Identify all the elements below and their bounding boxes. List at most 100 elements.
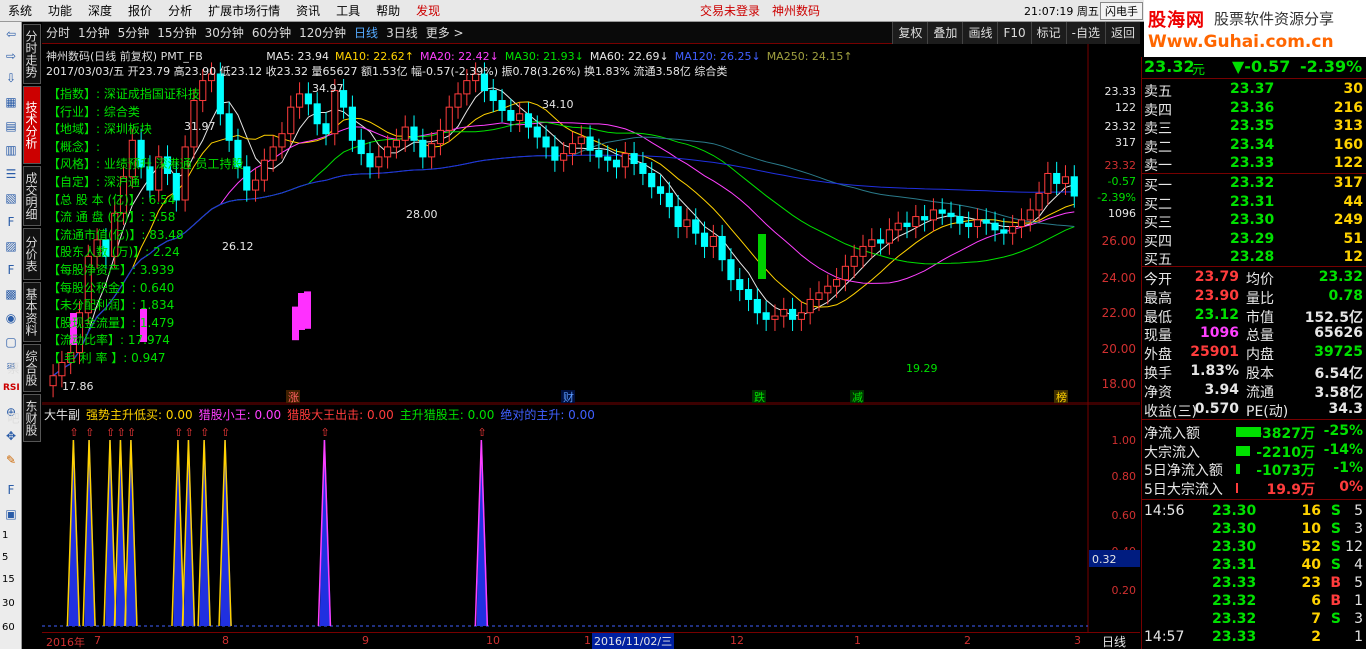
menu-discover[interactable]: 发现 — [408, 2, 448, 19]
menu-help[interactable]: 帮助 — [368, 2, 408, 19]
pencil-icon[interactable]: ✎ — [3, 452, 19, 468]
buy-signal-icon: ⇧ — [221, 426, 230, 439]
rsi-icon[interactable]: RSI — [3, 380, 20, 396]
period-5min[interactable]: 5分钟 — [114, 24, 154, 41]
period-15[interactable]: 15 — [2, 574, 15, 585]
info-line: 【行业】: 综合类 — [48, 104, 140, 119]
tick-price: 23.33 — [1212, 575, 1257, 591]
menu-analysis[interactable]: 分析 — [160, 2, 200, 19]
move-icon[interactable]: ✥ — [3, 428, 19, 444]
remove-watchlist-button[interactable]: -自选 — [1065, 22, 1105, 44]
menu-tools[interactable]: 工具 — [328, 2, 368, 19]
tab-basic-info[interactable]: 基本资料 — [23, 282, 41, 342]
period-30[interactable]: 30 — [2, 598, 15, 609]
menu-function[interactable]: 功能 — [40, 2, 80, 19]
period-120min[interactable]: 120分钟 — [295, 24, 350, 41]
tab-price-table[interactable]: 分价表 — [23, 228, 41, 280]
back-button[interactable]: 返回 — [1104, 22, 1140, 44]
period-1min[interactable]: 1分钟 — [74, 24, 114, 41]
ask-row[interactable]: 卖五 23.37 30 — [1142, 81, 1366, 100]
restore-right-button[interactable]: 复权 — [892, 22, 928, 44]
ask-row[interactable]: 卖四 23.36 216 — [1142, 100, 1366, 119]
last-price: 23.32 — [1144, 57, 1195, 76]
flash-trade-button[interactable]: 闪电手 — [1100, 2, 1143, 20]
f10-icon[interactable]: F — [3, 214, 19, 230]
price-change: ▼-0.57 — [1232, 57, 1291, 76]
tick-row: 23.30 52 S 12 — [1142, 539, 1366, 558]
chart-icon[interactable]: ▥ — [3, 142, 19, 158]
period-daily[interactable]: 日线 — [350, 24, 382, 41]
tab-trade-detail[interactable]: 成交明细 — [23, 166, 41, 226]
stat-row: 最高 23.90 量比 0.78 — [1142, 288, 1366, 307]
tick-price: 23.32 — [1212, 593, 1257, 609]
ind-tick: 0.20 — [1112, 584, 1137, 597]
menu-ext-market[interactable]: 扩展市场行情 — [200, 2, 288, 19]
window-icon[interactable]: ▣ — [3, 506, 19, 522]
candle-body — [806, 298, 814, 314]
candle-body — [885, 229, 893, 244]
fi-icon[interactable]: F — [3, 262, 19, 278]
period-intraday[interactable]: 分时 — [42, 24, 74, 41]
date-tick: 2016年 — [46, 636, 85, 649]
bid-row[interactable]: 买一 23.32 317 — [1142, 175, 1366, 194]
flow-bar — [1236, 482, 1238, 493]
list-icon[interactable]: ☰ — [3, 166, 19, 182]
overlay-button[interactable]: 叠加 — [927, 22, 963, 44]
grid-icon[interactable]: ▦ — [3, 94, 19, 110]
draw-line-button[interactable]: 画线 — [962, 22, 998, 44]
doc-icon[interactable]: ▨ — [3, 238, 19, 254]
indicator-chart[interactable]: ⇧⇧⇧⇧⇧⇧⇧⇧⇧⇧⇧ 1.00 0.80 0.60 0.40 0.20 0.3… — [42, 404, 1140, 632]
tab-technical[interactable]: 技术分析 — [23, 86, 41, 164]
period-60min[interactable]: 60分钟 — [248, 24, 295, 41]
cursor-date: 2016/11/02/三 — [592, 633, 675, 649]
period-3day[interactable]: 3日线 — [382, 24, 422, 41]
period-15min[interactable]: 15分钟 — [153, 24, 200, 41]
stat-value: 39725 — [1314, 344, 1363, 361]
menu-news[interactable]: 资讯 — [288, 2, 328, 19]
bid-row[interactable]: 买二 23.31 44 — [1142, 194, 1366, 213]
tab-forum[interactable]: 东财股吧 — [6, 394, 41, 442]
daily-tab[interactable]: 日线 — [1102, 633, 1126, 649]
back-arrow-icon[interactable]: ⇦ — [3, 26, 19, 42]
table-icon[interactable]: ▤ — [3, 118, 19, 134]
event-label[interactable]: 减 — [852, 391, 863, 404]
candle-body — [322, 123, 330, 135]
page-icon[interactable]: ▢ — [3, 334, 19, 350]
ask-row[interactable]: 卖二 23.34 160 — [1142, 137, 1366, 156]
forward-arrow-icon[interactable]: ⇨ — [3, 48, 19, 64]
stat-value: 3.94 — [1204, 381, 1239, 398]
calc-icon[interactable]: ▩ — [3, 286, 19, 302]
bid-row[interactable]: 买四 23.29 51 — [1142, 231, 1366, 250]
mark-button[interactable]: 标记 — [1030, 22, 1066, 44]
candle-body — [243, 166, 251, 191]
f5-icon[interactable]: F — [3, 482, 19, 498]
bid-row[interactable]: 买三 23.30 249 — [1142, 212, 1366, 231]
flow-label: 5日净流入额 — [1144, 463, 1223, 479]
candle-body — [674, 206, 682, 228]
period-30min[interactable]: 30分钟 — [201, 24, 248, 41]
period-1[interactable]: 1 — [2, 530, 8, 541]
event-label[interactable]: 榜 — [1056, 390, 1067, 404]
menu-quote[interactable]: 报价 — [120, 2, 160, 19]
event-label[interactable]: 跌 — [754, 390, 765, 404]
kline-icon[interactable]: ▧ — [3, 190, 19, 206]
ask-row[interactable]: 卖一 23.33 122 — [1142, 155, 1366, 174]
clock: 21:07:19 周五 — [1024, 4, 1099, 18]
circle-icon[interactable]: ◉ — [3, 310, 19, 326]
event-label[interactable]: 财 — [563, 390, 574, 404]
menu-system[interactable]: 系统 — [0, 2, 40, 19]
stat-label: 今开 — [1144, 272, 1172, 288]
period-5[interactable]: 5 — [2, 552, 8, 563]
candle-body — [692, 219, 700, 234]
down-arrow-icon[interactable]: ⇩ — [3, 70, 19, 86]
f10-button[interactable]: F10 — [997, 22, 1031, 44]
period-60[interactable]: 60 — [2, 622, 15, 633]
menu-depth[interactable]: 深度 — [80, 2, 120, 19]
tab-intraday[interactable]: 分时走势 — [23, 24, 41, 84]
event-label[interactable]: 涨 — [288, 391, 299, 404]
ask-row[interactable]: 卖三 23.35 313 — [1142, 118, 1366, 137]
period-more[interactable]: 更多 > — [422, 24, 468, 41]
tab-composite[interactable]: 综合股票 — [6, 344, 41, 392]
stat-row: 换手 1.83% 股本 6.54亿 — [1142, 363, 1366, 382]
trade-login-status[interactable]: 交易未登录 — [700, 2, 760, 19]
